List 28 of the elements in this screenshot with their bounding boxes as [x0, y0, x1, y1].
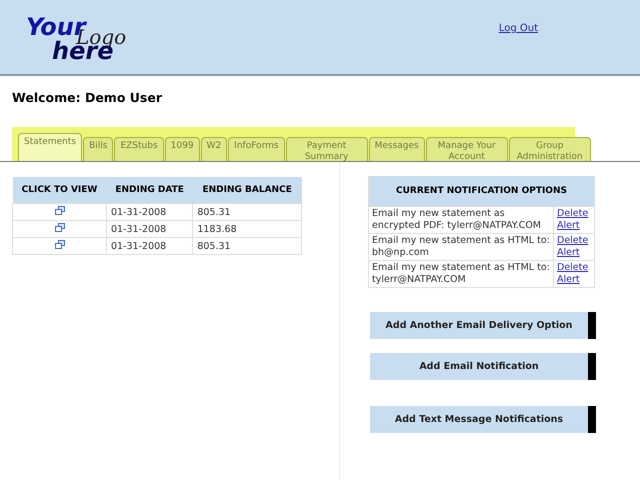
column-header: CLICK TO VIEW	[12, 177, 106, 204]
tab[interactable]: Manage Your Account	[426, 137, 508, 161]
logo: YourLogo here	[25, 14, 128, 67]
welcome-text: Welcome: Demo User	[12, 90, 164, 105]
tab[interactable]: Bills	[83, 137, 114, 161]
table-cell: 01-31-2008	[106, 238, 193, 254]
table-cell: 805.31	[192, 238, 302, 254]
add-button[interactable]: Add Email Notification	[370, 353, 596, 380]
table-cell: Email my new statement as HTML to: bh@np.com	[368, 234, 554, 260]
table-cell: 01-31-2008	[106, 220, 193, 238]
table-cell: Email my new statement as encrypted PDF: tylerr@NATPAY.COM	[368, 206, 554, 234]
add-button[interactable]: Add Text Message Notifications	[370, 406, 596, 433]
tab[interactable]: InfoForms	[228, 137, 285, 161]
tab[interactable]: Payment Summary	[286, 137, 368, 161]
tab[interactable]: 1099	[164, 137, 200, 161]
tab[interactable]: Group Administration	[508, 137, 591, 161]
tab[interactable]: W2	[200, 137, 228, 161]
table-cell: 01-31-2008	[106, 204, 193, 220]
column-header: ENDING BALANCE	[192, 177, 302, 204]
column-header: ENDING DATE	[106, 177, 193, 204]
table-cell: Email my new statement as HTML to: tylerr@NATPAY.COM	[368, 260, 554, 288]
tab[interactable]: Statements	[18, 133, 82, 161]
add-button[interactable]: Add Another Email Delivery Option	[370, 312, 596, 339]
logout-link[interactable]: Log Out	[498, 23, 538, 34]
tab[interactable]: Messages	[368, 137, 425, 161]
tab[interactable]: EZStubs	[114, 137, 164, 161]
table-cell: 1183.68	[192, 220, 302, 238]
table-cell: 805.31	[192, 204, 302, 220]
